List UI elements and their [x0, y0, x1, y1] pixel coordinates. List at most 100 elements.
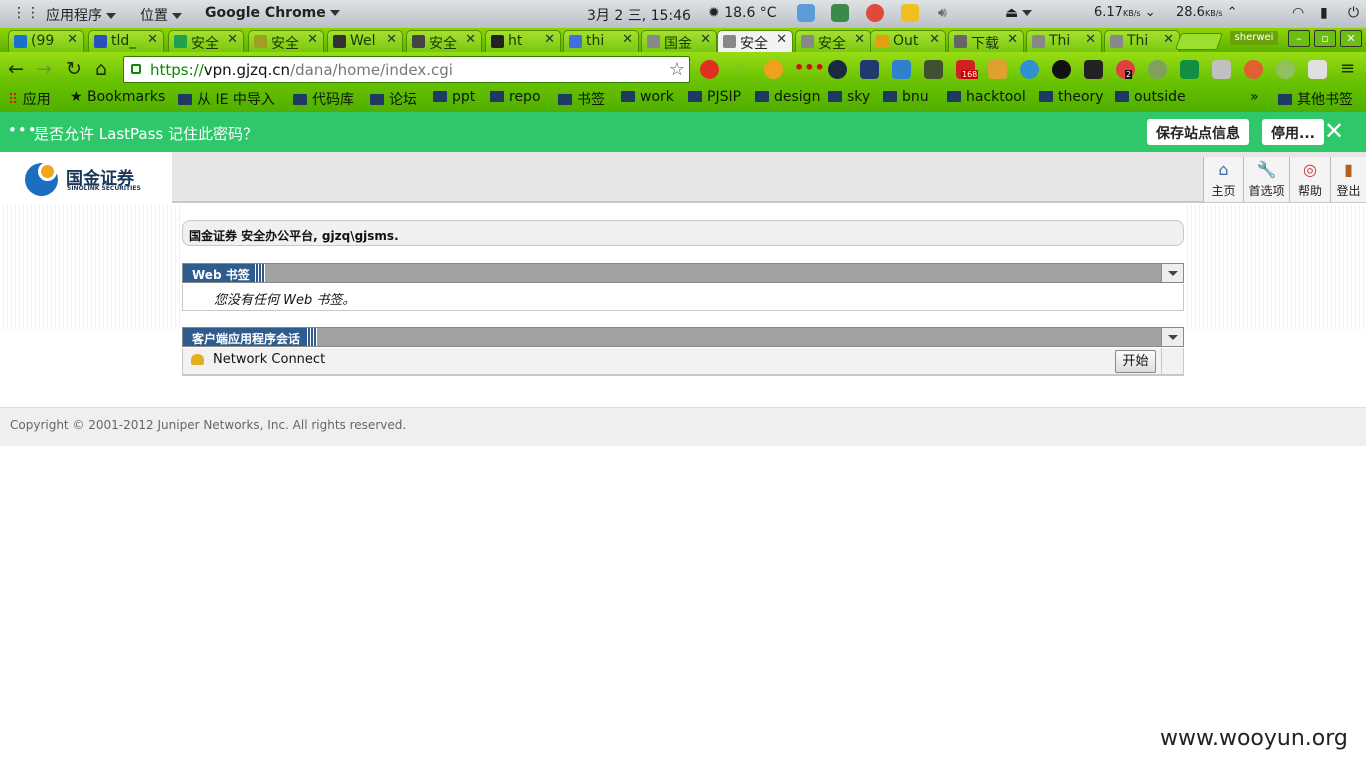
clock[interactable]: 3月 2 三, 15:46 — [587, 5, 691, 25]
nav-lifebuoy[interactable]: ◎ 帮助 — [1289, 157, 1330, 202]
e-extension-icon[interactable] — [828, 60, 847, 79]
tab-11[interactable]: 安全 ✕ — [795, 30, 871, 52]
bookmark-15[interactable]: theory — [1039, 89, 1104, 105]
tab-8[interactable]: thi ✕ — [563, 30, 639, 52]
tab-close-icon[interactable]: ✕ — [465, 32, 476, 47]
bookmark-10[interactable]: PJSIP — [688, 89, 741, 105]
tab-10[interactable]: 安全 ✕ — [717, 30, 793, 52]
site-logo[interactable]: 国金证券 SINOLINK SECURITIES — [0, 152, 172, 203]
nav-home[interactable]: ⌂ 主页 — [1203, 157, 1243, 202]
tab-close-icon[interactable]: ✕ — [929, 32, 940, 47]
tab-close-icon[interactable]: ✕ — [307, 32, 318, 47]
cube-extension-icon[interactable] — [1212, 60, 1231, 79]
power-icon[interactable]: ⏻ — [1348, 5, 1359, 21]
disable-button[interactable]: 停用... — [1262, 119, 1324, 145]
bookmark-star-icon[interactable]: ☆ — [669, 59, 685, 80]
bookmark-8[interactable]: 书签 — [558, 89, 605, 109]
people-extension-icon[interactable]: 2 — [1116, 60, 1135, 79]
tab-15[interactable]: Thi ✕ — [1104, 30, 1180, 52]
tab-4[interactable]: 安全 ✕ — [248, 30, 324, 52]
reload-icon[interactable]: ↻ — [66, 58, 82, 80]
weather[interactable]: ✹ 18.6 °C — [708, 5, 777, 21]
shield-extension-icon[interactable] — [1180, 60, 1199, 79]
nav-wrench[interactable]: 🔧 首选项 — [1243, 157, 1289, 202]
tab-close-icon[interactable]: ✕ — [854, 32, 865, 47]
globe-extension-icon[interactable] — [1020, 60, 1039, 79]
clock-extension-icon[interactable] — [1276, 60, 1295, 79]
bookmark-11[interactable]: design — [755, 89, 820, 105]
bookmark-4[interactable]: 代码库 — [293, 89, 354, 109]
bulb-extension-icon[interactable] — [1052, 60, 1071, 79]
bookmark-14[interactable]: hacktool — [947, 89, 1026, 105]
forward-icon[interactable]: → — [36, 58, 52, 80]
hand-extension-icon[interactable] — [924, 60, 943, 79]
save-site-button[interactable]: 保存站点信息 — [1147, 119, 1249, 145]
tab-1[interactable]: (99 ✕ — [8, 30, 84, 52]
chevron-down-icon[interactable] — [1161, 328, 1183, 346]
volume-icon[interactable]: 🔊︎ — [938, 5, 947, 21]
tab-close-icon[interactable]: ✕ — [544, 32, 555, 47]
gauge-extension-icon[interactable] — [1148, 60, 1167, 79]
qq-tray-icon[interactable] — [901, 4, 919, 22]
bookmark-16[interactable]: outside — [1115, 89, 1186, 105]
mask-extension-icon[interactable] — [1084, 60, 1103, 79]
tab-13[interactable]: 下载 ✕ — [948, 30, 1024, 52]
basket-extension-icon[interactable] — [988, 60, 1007, 79]
start-button[interactable]: 开始 — [1115, 350, 1156, 373]
tab-close-icon[interactable]: ✕ — [386, 32, 397, 47]
bookmark-12[interactable]: sky — [828, 89, 870, 105]
grid-icon[interactable]: ⋮⋮ — [12, 5, 40, 21]
close-window-button[interactable]: ✕ — [1340, 30, 1362, 47]
tab-2[interactable]: tld_ ✕ — [88, 30, 164, 52]
mail-extension-icon[interactable]: 168 — [956, 60, 979, 79]
eject-icon[interactable]: ⏏ — [1005, 5, 1033, 21]
nav-door[interactable]: ▮ 登出 — [1330, 157, 1366, 202]
profile-name[interactable]: sherwei — [1230, 31, 1278, 45]
tab-6[interactable]: 安全 ✕ — [406, 30, 482, 52]
bookmark-3[interactable]: 从 IE 中导入 — [178, 89, 275, 109]
tab-9[interactable]: 国金 ✕ — [641, 30, 717, 52]
tab-close-icon[interactable]: ✕ — [1085, 32, 1096, 47]
tab-close-icon[interactable]: ✕ — [776, 32, 787, 47]
tab-3[interactable]: 安全 ✕ — [168, 30, 244, 52]
tab-close-icon[interactable]: ✕ — [622, 32, 633, 47]
bookmark-6[interactable]: ppt — [433, 89, 475, 105]
wifi-icon[interactable]: ◠ — [1292, 5, 1304, 21]
tab-12[interactable]: Out ✕ — [870, 30, 946, 52]
address-bar[interactable]: https://vpn.gjzq.cn/dana/home/index.cgi … — [123, 56, 690, 83]
tab-7[interactable]: ht ✕ — [485, 30, 561, 52]
network-tray-icon[interactable] — [831, 4, 849, 22]
tab-close-icon[interactable]: ✕ — [147, 32, 158, 47]
bookmark-7[interactable]: repo — [490, 89, 541, 105]
bookmarks-more-button[interactable]: » — [1250, 89, 1259, 105]
bookmark-2[interactable]: ★ Bookmarks — [70, 89, 165, 105]
bookmark-5[interactable]: 论坛 — [370, 89, 417, 109]
chrome-tray-icon[interactable] — [866, 4, 884, 22]
download-extension-icon[interactable] — [892, 60, 911, 79]
tab-14[interactable]: Thi ✕ — [1026, 30, 1102, 52]
check-extension-icon[interactable]: ✓ — [731, 57, 750, 78]
chevron-down-icon[interactable] — [1161, 264, 1183, 282]
tab-close-icon[interactable]: ✕ — [700, 32, 711, 47]
places-menu[interactable]: 位置 — [140, 5, 182, 25]
tab-close-icon[interactable]: ✕ — [227, 32, 238, 47]
ie-tray-icon[interactable] — [797, 4, 815, 22]
home-icon[interactable]: ⌂ — [95, 58, 107, 80]
battery-icon[interactable]: ▮ — [1320, 5, 1328, 21]
bookmark-13[interactable]: bnu — [883, 89, 929, 105]
tab-close-icon[interactable]: ✕ — [67, 32, 78, 47]
arrow-extension-icon[interactable] — [860, 60, 879, 79]
tab-close-icon[interactable]: ✕ — [1007, 32, 1018, 47]
bookmark-1[interactable]: ⠿ 应用 — [8, 89, 51, 109]
r-extension-icon[interactable] — [1308, 60, 1327, 79]
lastpass-extension-icon[interactable]: ••• — [794, 58, 825, 77]
other-bookmarks[interactable]: 其他书签 — [1278, 89, 1353, 109]
pie-extension-icon[interactable] — [1244, 60, 1263, 79]
minimize-button[interactable]: – — [1288, 30, 1310, 47]
bookmark-9[interactable]: work — [621, 89, 674, 105]
q-extension-icon[interactable] — [764, 60, 783, 79]
tab-5[interactable]: Wel ✕ — [327, 30, 403, 52]
new-tab-button[interactable] — [1174, 33, 1224, 50]
applications-menu[interactable]: 应用程序 — [46, 5, 116, 25]
tab-close-icon[interactable]: ✕ — [1163, 32, 1174, 47]
